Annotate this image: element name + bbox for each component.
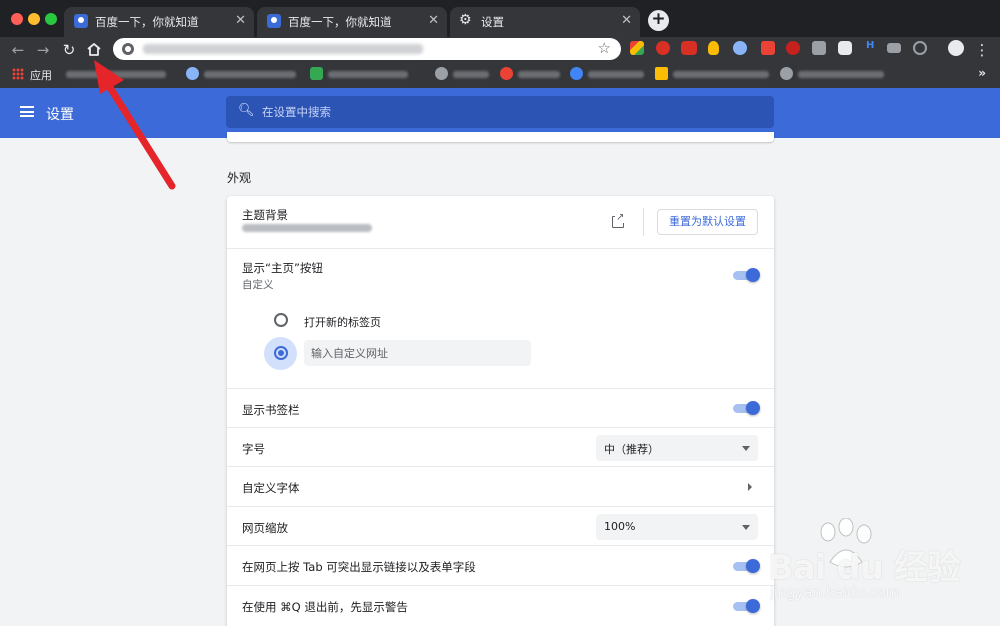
home-button-toggle[interactable] [733, 268, 760, 282]
page-zoom-value: 100% [604, 520, 636, 533]
page-title: 设置 [46, 107, 74, 123]
bookmarks-overflow-chevron[interactable]: » [978, 66, 986, 80]
page-zoom-select[interactable]: 100% [596, 514, 758, 540]
profile-avatar[interactable] [948, 40, 964, 56]
custom-fonts-row[interactable]: 自定义字体 [227, 466, 774, 506]
close-tab-icon[interactable]: ✕ [621, 13, 632, 28]
hamburger-menu-icon[interactable] [20, 106, 34, 117]
extension-lightbulb-icon[interactable] [708, 41, 719, 55]
font-size-label: 字号 [242, 442, 265, 456]
close-tab-icon[interactable]: ✕ [428, 13, 439, 28]
tab-highlight-toggle[interactable] [733, 559, 760, 573]
extension-yab-icon[interactable] [681, 41, 697, 55]
search-icon: 🔍︎ [238, 103, 255, 118]
bookmarks-bar-label: 显示书签栏 [242, 403, 300, 417]
chevron-right-icon [748, 483, 752, 491]
maximize-window-icon[interactable] [45, 13, 57, 25]
quit-warning-toggle[interactable] [733, 599, 760, 613]
external-link-icon[interactable] [612, 212, 625, 228]
search-input[interactable] [262, 103, 742, 121]
page-zoom-label: 网页缩放 [242, 521, 288, 535]
divider [643, 208, 644, 236]
minimize-window-icon[interactable] [28, 13, 40, 25]
home-button-label: 显示“主页”按钮 [242, 261, 323, 275]
tab-title: 百度一下，你就知道 [288, 15, 392, 29]
forward-arrow-icon[interactable]: → [33, 40, 53, 60]
extension-hand-icon[interactable] [656, 41, 670, 55]
tab-highlight-row[interactable]: 在网页上按 Tab 可突出显示链接以及表单字段 [227, 545, 774, 585]
settings-search[interactable]: 🔍︎ [226, 96, 774, 128]
extension-shield-icon[interactable] [761, 41, 775, 55]
bookmark-item[interactable] [780, 66, 890, 82]
bookmark-item[interactable] [186, 66, 306, 82]
apps-grid-icon[interactable] [12, 68, 24, 80]
extension-h-icon[interactable]: H [866, 40, 874, 51]
page-zoom-row: 网页缩放 100% [227, 506, 774, 545]
radio-new-tab[interactable] [274, 313, 288, 327]
tab-highlight-label: 在网页上按 Tab 可突出显示链接以及表单字段 [242, 560, 476, 574]
theme-label: 主题背景 [242, 208, 288, 222]
back-arrow-icon[interactable]: ← [8, 40, 28, 60]
appearance-card: 主题背景 重置为默认设置 显示“主页”按钮 自定义 打开新的标签页 显示书签栏 … [227, 196, 774, 626]
home-button-row: 显示“主页”按钮 自定义 打开新的标签页 [227, 248, 774, 388]
tab-title: 百度一下，你就知道 [95, 15, 199, 29]
red-annotation-arrow [94, 60, 176, 190]
tab-title: 设置 [481, 15, 504, 29]
bookmarks-bar-row[interactable]: 显示书签栏 [227, 388, 774, 427]
new-tab-button[interactable]: + [648, 10, 669, 31]
quit-warning-label: 在使用 ⌘Q 退出前，先显示警告 [242, 600, 408, 614]
dropdown-caret-icon [742, 446, 750, 451]
bookmarks-bar-toggle[interactable] [733, 401, 760, 415]
bookmark-item[interactable] [570, 66, 650, 82]
font-size-row: 字号 中（推荐） [227, 427, 774, 466]
theme-row[interactable]: 主题背景 重置为默认设置 [227, 196, 774, 248]
custom-url-input[interactable] [304, 340, 531, 366]
bookmark-star-icon[interactable]: ☆ [598, 39, 611, 57]
bookmark-item[interactable] [310, 66, 430, 82]
baidu-paw-icon [267, 14, 281, 28]
font-size-value: 中（推荐） [604, 443, 659, 456]
quit-warning-row[interactable]: 在使用 ⌘Q 退出前，先显示警告 [227, 585, 774, 625]
extension-reader-icon[interactable] [812, 41, 826, 55]
radio-custom-url[interactable] [274, 346, 288, 360]
close-window-icon[interactable] [11, 13, 23, 25]
baidu-paw-icon [74, 14, 88, 28]
bookmark-item[interactable] [500, 66, 565, 82]
watermark-url: jingyan.baidu.com [770, 585, 900, 601]
tab-baidu-2[interactable]: 百度一下，你就知道 ✕ [257, 7, 447, 37]
extension-tab-icon[interactable] [887, 43, 901, 53]
close-tab-icon[interactable]: ✕ [235, 13, 246, 28]
more-menu-icon[interactable]: ⋮ [972, 40, 992, 60]
extension-chrome-store-icon[interactable] [630, 41, 644, 55]
radio-new-tab-label: 打开新的标签页 [304, 316, 381, 329]
tab-settings[interactable]: ⚙ 设置 ✕ [450, 7, 640, 37]
watermark-brand: Bai du 经验 [768, 548, 961, 588]
extension-sync-icon[interactable] [913, 41, 927, 55]
theme-value-blurred [242, 224, 372, 232]
dropdown-caret-icon [742, 525, 750, 530]
gear-icon: ⚙ [459, 12, 472, 28]
home-button-sublabel: 自定义 [242, 279, 274, 291]
bookmark-item[interactable] [655, 66, 775, 82]
section-title-appearance: 外观 [227, 171, 252, 185]
extension-red-circle-icon[interactable] [786, 41, 800, 55]
custom-fonts-label: 自定义字体 [242, 481, 300, 495]
reset-theme-button[interactable]: 重置为默认设置 [657, 209, 758, 235]
previous-section-card [227, 132, 774, 142]
reload-icon[interactable]: ↻ [59, 40, 79, 60]
font-size-select[interactable]: 中（推荐） [596, 435, 758, 461]
bookmark-item[interactable] [435, 66, 495, 82]
extension-globe-icon[interactable] [733, 41, 747, 55]
tab-baidu-1[interactable]: 百度一下，你就知道 ✕ [64, 7, 254, 37]
apps-shortcut[interactable]: 应用 [30, 67, 52, 83]
extension-dark-icon[interactable] [838, 41, 852, 55]
